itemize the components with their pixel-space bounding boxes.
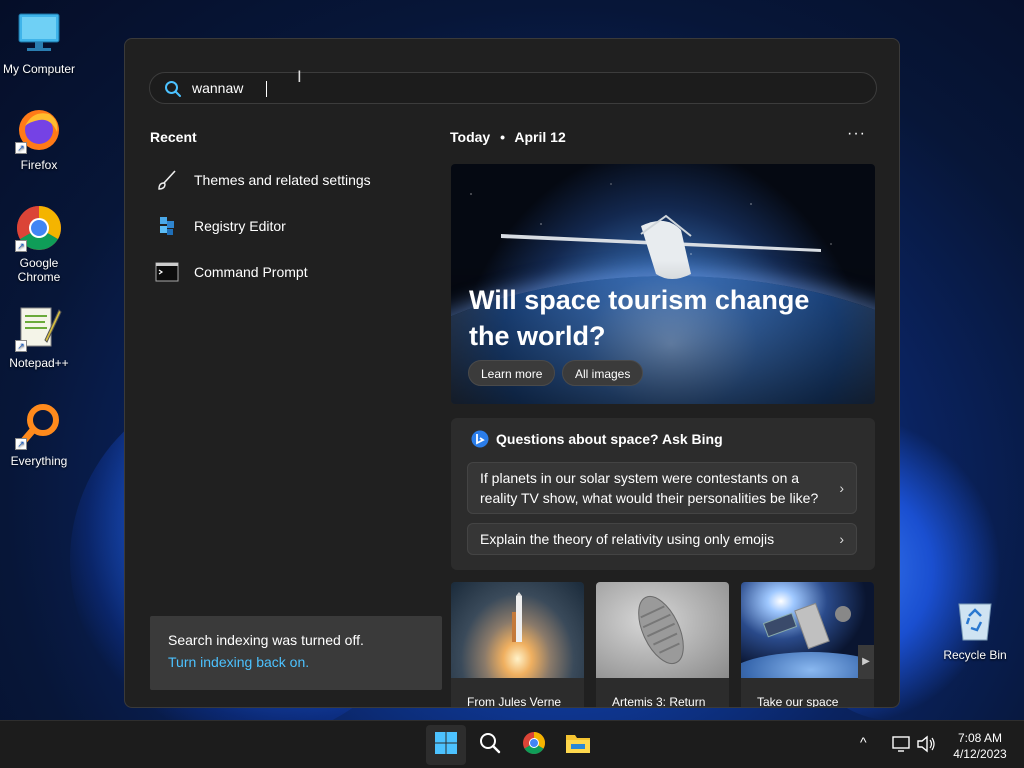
recent-item-command-prompt[interactable]: Command Prompt [155, 257, 425, 287]
folder-icon [565, 732, 591, 759]
chrome-icon [522, 731, 546, 760]
space-telescope-image [741, 582, 874, 678]
bing-question-text: If planets in our solar system were cont… [480, 470, 819, 506]
news-caption: Take our space [757, 695, 839, 708]
desktop-icon-label: Notepad++ [9, 356, 69, 370]
taskbar: ^ 7:08 AM 4/12/2023 [0, 720, 1024, 768]
start-button[interactable] [426, 725, 466, 765]
news-next-button[interactable]: ▶ [858, 645, 874, 679]
ask-bing-title: Questions about space? Ask Bing [496, 431, 723, 447]
all-images-button[interactable]: All images [562, 360, 644, 386]
more-options-button[interactable]: ··· [847, 125, 866, 143]
registry-editor-icon [155, 214, 179, 238]
bing-question-1[interactable]: If planets in our solar system were cont… [467, 462, 857, 514]
shortcut-arrow-icon: ↗ [15, 340, 27, 352]
desktop-icon-notepadpp[interactable]: ↗ Notepad++ [0, 304, 78, 370]
recycle-bin-icon [955, 598, 995, 642]
desktop-icon-label-line2: Chrome [17, 270, 61, 284]
search-icon [164, 80, 182, 98]
desktop-icon-everything[interactable]: ↗ Everything [0, 402, 78, 468]
news-caption: From Jules Verne [467, 695, 562, 708]
today-separator: • [500, 129, 505, 145]
recent-item-registry-editor[interactable]: Registry Editor [155, 211, 425, 241]
today-label: Today [450, 129, 491, 145]
search-input[interactable] [192, 77, 852, 99]
ask-bing-card: Questions about space? Ask Bing If plane… [451, 418, 875, 570]
desktop-icon-label: Everything [10, 454, 68, 468]
desktop-icon-label-line1: Google [19, 256, 59, 270]
hero-card[interactable]: Will space tourism change the world? Lea… [451, 164, 875, 404]
bing-question-2[interactable]: Explain the theory of relativity using o… [467, 523, 857, 555]
recent-item-label: Themes and related settings [194, 172, 371, 188]
firefox-icon: ↗ [15, 106, 63, 154]
shortcut-arrow-icon: ↗ [15, 240, 27, 252]
show-hidden-icons-chevron-icon[interactable]: ^ [860, 734, 867, 750]
chevron-right-icon: › [839, 480, 844, 496]
taskbar-clock[interactable]: 7:08 AM 4/12/2023 [944, 730, 1016, 762]
recent-item-label: Command Prompt [194, 264, 308, 280]
shuttle-launch-image [451, 582, 584, 678]
indexing-notice: Search indexing was turned off. Turn ind… [150, 616, 442, 690]
desktop-icon-label: My Computer [2, 62, 76, 76]
news-card-2[interactable]: Artemis 3: Return [596, 582, 729, 708]
lunar-footprint-image [596, 582, 729, 678]
hero-title[interactable]: Will space tourism change the world? [469, 282, 849, 354]
ask-bing-header: Questions about space? Ask Bing [471, 430, 723, 448]
ibeam-cursor-icon: I [297, 67, 302, 86]
caret-right-icon: ▶ [862, 656, 870, 667]
bing-icon [471, 430, 489, 448]
taskbar-chrome-button[interactable] [514, 725, 554, 765]
turn-indexing-on-link[interactable]: Turn indexing back on. [168, 654, 424, 670]
everything-search-icon: ↗ [15, 402, 63, 450]
notepadpp-icon: ↗ [15, 304, 63, 352]
indexing-message: Search indexing was turned off. [168, 632, 364, 648]
text-caret [266, 81, 267, 97]
recent-heading: Recent [150, 129, 197, 145]
today-date: April 12 [514, 129, 566, 145]
recent-item-label: Registry Editor [194, 218, 286, 234]
desktop-icon-label: Firefox [20, 158, 58, 172]
desktop-icon-chrome[interactable]: ↗ Google Chrome [0, 204, 78, 284]
chevron-right-icon: › [839, 531, 844, 547]
shortcut-arrow-icon: ↗ [15, 438, 27, 450]
windows-logo-icon [434, 731, 458, 760]
today-header: Today • April 12 [450, 129, 566, 145]
learn-more-button[interactable]: Learn more [468, 360, 556, 386]
search-panel: I Recent Themes and related settings Reg… [124, 38, 900, 708]
search-icon [479, 732, 501, 759]
shortcut-arrow-icon: ↗ [15, 142, 27, 154]
desktop-icon-recycle-bin[interactable]: Recycle Bin [938, 598, 1012, 662]
recycle-bin-label: Recycle Bin [943, 648, 1007, 662]
desktop-icon-my-computer[interactable]: My Computer [0, 10, 78, 76]
bing-question-text: Explain the theory of relativity using o… [480, 531, 775, 547]
news-caption: Artemis 3: Return [612, 695, 706, 708]
recent-item-themes[interactable]: Themes and related settings [155, 165, 425, 195]
taskbar-search-button[interactable] [470, 725, 510, 765]
news-card-3[interactable]: Take our space [741, 582, 874, 708]
brush-icon [155, 168, 179, 192]
taskbar-file-explorer-button[interactable] [558, 725, 598, 765]
command-prompt-icon [155, 260, 179, 284]
monitor-icon [15, 10, 63, 58]
volume-icon[interactable] [916, 735, 936, 758]
search-bar[interactable] [149, 72, 877, 104]
network-icon[interactable] [892, 736, 910, 757]
chrome-icon: ↗ [15, 204, 63, 252]
desktop-icon-firefox[interactable]: ↗ Firefox [0, 106, 78, 172]
clock-time: 7:08 AM [957, 731, 1003, 745]
clock-date: 4/12/2023 [953, 747, 1007, 761]
news-card-1[interactable]: From Jules Verne [451, 582, 584, 708]
